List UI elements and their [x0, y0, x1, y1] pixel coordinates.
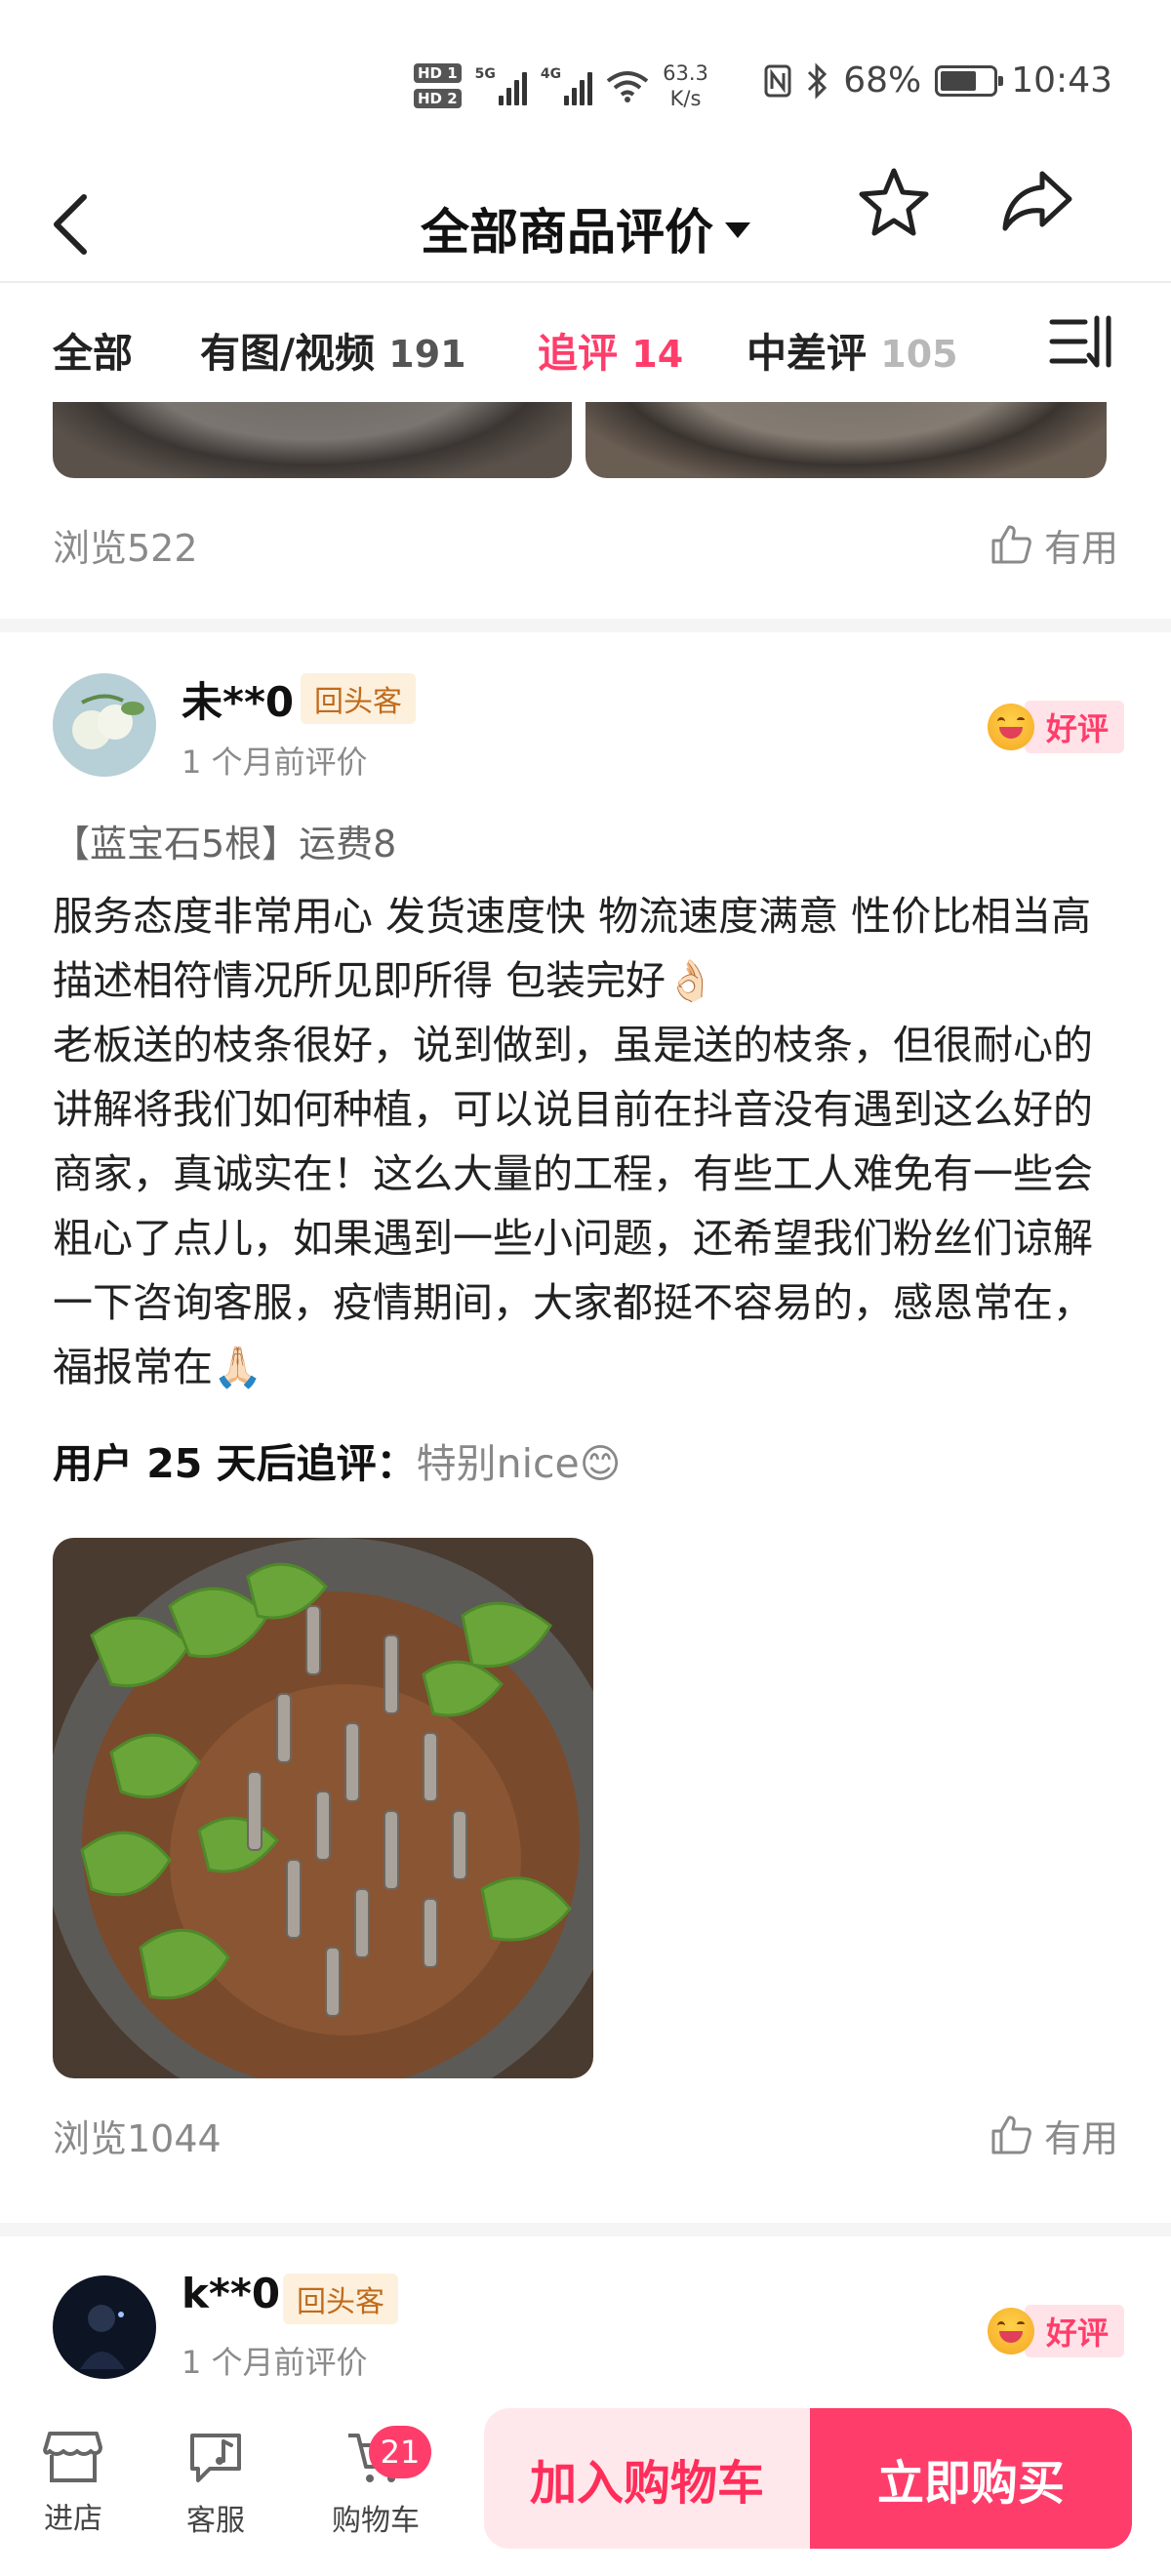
followup-text: 特别nice😊: [416, 1440, 622, 1487]
review-time: 1 个月前评价: [182, 744, 368, 781]
rating-badge: 好评: [988, 701, 1125, 753]
customer-service-button[interactable]: 客服: [162, 2430, 269, 2539]
status-left-icons: HD 1 HD 2 5G 4G 63.3 K/s: [414, 55, 708, 117]
rating-badge: 好评: [988, 2305, 1125, 2357]
useful-label: 有用: [1043, 2116, 1118, 2160]
tab-negative[interactable]: 中差评 105: [747, 320, 958, 379]
smile-icon: [988, 704, 1034, 750]
avatar-image: [53, 2275, 156, 2379]
share-button[interactable]: [999, 168, 1075, 238]
favorite-button[interactable]: [857, 166, 931, 242]
grape-cuttings-photo: [53, 1538, 593, 2078]
avatar[interactable]: [53, 673, 156, 777]
useful-button[interactable]: 有用: [989, 518, 1118, 572]
section-divider: [0, 619, 1171, 632]
hd2-badge: HD 2: [414, 89, 462, 108]
review-photo[interactable]: [53, 1538, 593, 2078]
battery-fill: [941, 70, 976, 91]
star-icon: [859, 168, 929, 236]
section-divider: [0, 2223, 1171, 2236]
wifi-icon: [606, 71, 649, 102]
nfc-icon: [764, 64, 791, 97]
network-speed: 63.3 K/s: [663, 61, 708, 110]
caret-down-icon: [725, 221, 750, 238]
useful-button[interactable]: 有用: [989, 2109, 1118, 2162]
review-text-line1: 服务态度非常用心 发货速度快 物流速度满意 性价比相当高 描述相符情况所见即所得…: [53, 893, 1092, 1004]
tab-photo-video[interactable]: 有图/视频 191: [200, 320, 466, 379]
add-to-cart-button[interactable]: 加入购物车: [484, 2408, 810, 2549]
buy-now-button[interactable]: 立即购买: [810, 2408, 1132, 2549]
smile-icon: [988, 2308, 1034, 2355]
tab-all[interactable]: 全部: [53, 320, 133, 379]
views-count: 浏览522: [53, 526, 198, 570]
filter-tabs: 全部 有图/视频 191 追评 14 中差评 105: [0, 285, 1171, 402]
share-arrow-icon: [1002, 171, 1072, 231]
review-time: 1 个月前评价: [182, 2344, 368, 2381]
avatar-image: [53, 673, 156, 777]
battery-icon: [935, 64, 1004, 97]
review-text: 服务态度非常用心 发货速度快 物流速度满意 性价比相当高 描述相符情况所见即所得…: [53, 884, 1126, 1399]
followup-label: 用户 25 天后追评：: [53, 1440, 417, 1487]
chat-icon: [190, 2434, 241, 2482]
signal-5g-icon: 5G: [475, 66, 527, 105]
tab-followup[interactable]: 追评 14: [538, 320, 683, 379]
nav-header: 全部商品评价: [0, 166, 1171, 283]
cart-count-badge: 21: [369, 2426, 431, 2478]
repeat-customer-badge: 回头客: [301, 673, 416, 724]
status-bar: HD 1 HD 2 5G 4G 63.3 K/s 68% 10:43: [0, 0, 1171, 166]
avatar[interactable]: [53, 2275, 156, 2379]
filter-button[interactable]: [1048, 312, 1116, 375]
store-icon: [43, 2432, 102, 2482]
page-title[interactable]: 全部商品评价: [0, 193, 1171, 263]
reviewer-name: 未**0: [182, 678, 295, 726]
review-card: 未**0 回头客 1 个月前评价 好评 【蓝宝石5根】运费8 服务态度非常用心 …: [0, 632, 1171, 2223]
review-image-left[interactable]: [53, 402, 572, 478]
useful-label: 有用: [1043, 526, 1118, 570]
signal-4g-icon: 4G: [541, 66, 593, 105]
bluetooth-icon: [808, 61, 828, 100]
store-button[interactable]: 进店: [20, 2430, 127, 2537]
review-text-line2: 老板送的枝条很好，说到做到，虽是送的枝条，但很耐心的讲解将我们如何种植，可以说目…: [53, 1022, 1093, 1390]
thumbs-up-icon: [991, 2115, 1031, 2154]
hd-indicators: HD 1 HD 2: [414, 63, 462, 108]
reviewer-name: k**0: [182, 2270, 281, 2317]
clock: 10:43: [1011, 60, 1112, 101]
review-meta: 浏览1044 有用: [53, 2106, 1118, 2164]
repeat-customer-badge: 回头客: [283, 2274, 398, 2324]
prev-review-meta: 浏览522 有用: [53, 515, 1118, 574]
followup-review: 用户 25 天后追评：特别nice😊: [53, 1434, 622, 1493]
views-count: 浏览1044: [53, 2116, 222, 2160]
status-right-icons: 68% 10:43: [763, 60, 1112, 101]
battery-percent: 68%: [843, 60, 922, 101]
thumbs-up-icon: [991, 525, 1031, 564]
sku-spec: 【蓝宝石5根】运费8: [53, 823, 397, 865]
filter-lines-icon: [1049, 315, 1111, 368]
review-image-right[interactable]: [586, 402, 1107, 478]
review-card-next: k**0 回头客 1 个月前评价 好评: [0, 2236, 1171, 2400]
hd1-badge: HD 1: [414, 63, 462, 83]
